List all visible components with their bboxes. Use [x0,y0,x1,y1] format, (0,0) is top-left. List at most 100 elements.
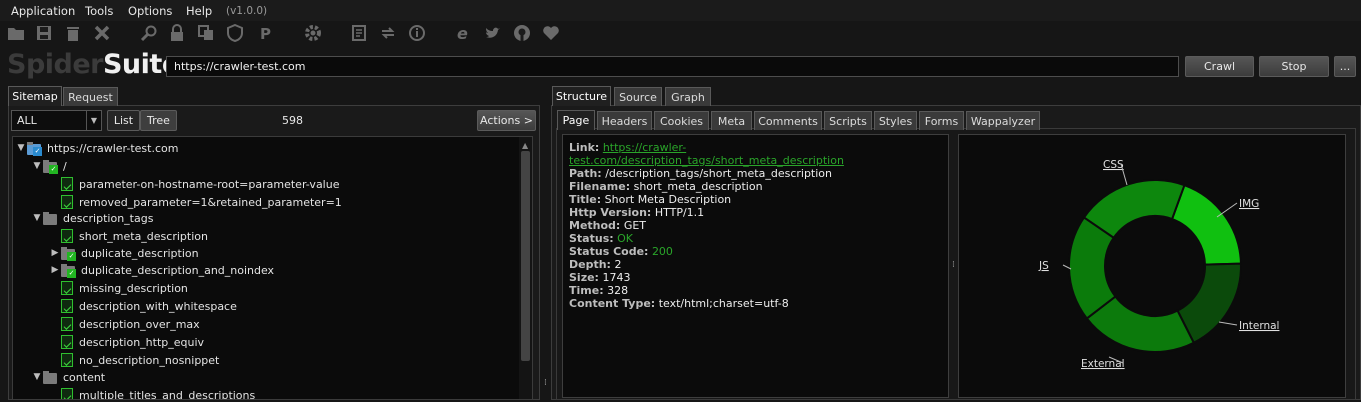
tab-graph[interactable]: Graph [665,87,711,106]
tree-row[interactable]: parameter-on-hostname-root=parameter-val… [49,175,339,193]
tree-row[interactable]: ▶ ✓ duplicate_description [49,244,199,262]
folder-icon: ✓ [61,246,76,261]
info-row-content-type: Content Type: text/html;charset=utf-8 [569,297,789,310]
tree-item-label: description_with_whitespace [79,299,237,313]
info-row-time: Time: 328 [569,284,629,297]
refresh-icon[interactable] [377,23,399,43]
delete-icon[interactable] [62,23,84,43]
chevron-right-icon[interactable]: ▶ [49,248,61,258]
sitemap-tree[interactable]: ▼ ✓ https://crawler-test.com ▼ ✓ / param… [12,136,533,400]
splitter-handle[interactable]: ⁞ [544,378,547,388]
chevron-down-icon[interactable]: ▼ [31,161,43,171]
tree-row[interactable]: missing_description [49,279,188,297]
menu-application[interactable]: Application [11,4,75,18]
tree-row[interactable]: ▶ ✓ duplicate_description_and_noindex [49,261,274,279]
subtab-scripts[interactable]: Scripts [824,111,872,130]
info-icon[interactable] [406,23,428,43]
info-row-depth: Depth: 2 [569,258,622,271]
page-icon [61,388,73,399]
url-count: 598 [282,114,303,127]
tab-source[interactable]: Source [614,87,662,106]
info-row-title: Title: Short Meta Description [569,193,732,206]
tree-item-label: parameter-on-hostname-root=parameter-val… [79,177,340,191]
twitter-icon[interactable] [482,23,504,43]
info-row-status: Status: OK [569,232,634,245]
subtab-forms[interactable]: Forms [919,111,964,130]
tree-row[interactable]: ▼ ✓ https://crawler-test.com [15,139,178,157]
copy-icon[interactable] [195,23,217,43]
folder-icon: ✓ [27,141,42,156]
subtab-comments[interactable]: Comments [754,111,822,130]
tree-item-label: description_tags [63,211,154,225]
tree-row[interactable]: short_meta_description [49,227,208,245]
save-icon[interactable] [33,23,55,43]
page-link[interactable]: https://crawler-test.com/description_tag… [569,141,844,167]
subtab-headers[interactable]: Headers [597,111,652,130]
tree-row[interactable]: description_with_whitespace [49,297,237,315]
svg-text:P: P [260,25,271,42]
page-icon [61,353,73,367]
menu-help[interactable]: Help [186,4,212,18]
folder-icon: ✓ [43,159,58,174]
list-view-button[interactable]: List [107,110,140,131]
resource-donut-chart: IMG Internal External JS CSS [958,134,1346,398]
tab-sitemap[interactable]: Sitemap [8,86,62,106]
tree-row[interactable]: description_over_max [49,315,200,333]
tree-row[interactable]: ▼ ✓ / [31,157,67,175]
page-info-panel: Link: https://crawler-test.com/descripti… [562,134,949,398]
gear-icon[interactable] [302,23,324,43]
shield-icon[interactable] [224,23,246,43]
url-input[interactable] [166,56,1179,77]
scroll-up-icon[interactable]: ▲ [522,141,528,150]
tree-row[interactable]: no_description_nosnippet [49,351,219,369]
app-logo: SpiderSuite [7,50,180,80]
donut-label-external: External [1081,358,1125,370]
chevron-down-icon[interactable]: ▼ [31,213,43,223]
internet-explorer-icon[interactable]: e [453,23,475,43]
donut-slice-img [1170,183,1242,266]
tree-row[interactable]: multiple_titles_and_descriptions [49,386,255,399]
tab-request[interactable]: Request [63,87,118,106]
folder-icon [43,370,57,384]
version-label: (v1.0.0) [226,5,268,17]
search-icon[interactable] [138,23,160,43]
splitter-handle[interactable]: ⁞ [952,260,955,270]
info-row-filename: Filename: short_meta_description [569,180,763,193]
page-icon [61,281,73,295]
tree-row[interactable]: ▼ content [31,368,105,386]
chevron-down-icon[interactable]: ▼ [15,143,27,153]
more-button[interactable]: ... [1334,56,1356,77]
tab-structure[interactable]: Structure [552,86,611,106]
chevron-right-icon[interactable]: ▶ [49,265,61,275]
subtab-styles[interactable]: Styles [874,111,917,130]
heart-icon[interactable] [540,23,562,43]
subtab-wappalyzer[interactable]: Wappalyzer [966,111,1040,130]
subtab-meta[interactable]: Meta [711,111,752,130]
chevron-down-icon[interactable]: ▼ [31,372,43,382]
scrollbar-thumb[interactable] [521,151,530,361]
info-row-path: Path: /description_tags/short_meta_descr… [569,167,832,180]
tree-row[interactable]: ▼ description_tags [31,209,153,227]
github-icon[interactable] [511,23,533,43]
crawl-button[interactable]: Crawl [1185,56,1254,77]
stop-button[interactable]: Stop [1259,56,1329,77]
close-icon[interactable] [91,23,113,43]
page-icon [61,229,73,243]
parking-icon[interactable]: P [254,23,276,43]
notes-icon[interactable] [348,23,370,43]
menu-tools[interactable]: Tools [85,4,113,18]
page-icon [61,177,73,191]
donut-leader-internal [1218,321,1238,326]
donut-label-img: IMG [1239,198,1259,210]
lock-icon[interactable] [166,23,188,43]
tree-row[interactable]: description_http_equiv [49,333,204,351]
actions-button[interactable]: Actions > [477,110,536,131]
donut-label-js: JS [1038,260,1049,272]
info-row-method: Method: GET [569,219,647,232]
tree-view-button[interactable]: Tree [140,110,177,131]
chevron-down-icon[interactable]: ▼ [86,111,101,130]
menu-options[interactable]: Options [128,4,172,18]
subtab-page[interactable]: Page [557,110,595,130]
subtab-cookies[interactable]: Cookies [654,111,709,130]
open-folder-icon[interactable] [5,23,27,43]
